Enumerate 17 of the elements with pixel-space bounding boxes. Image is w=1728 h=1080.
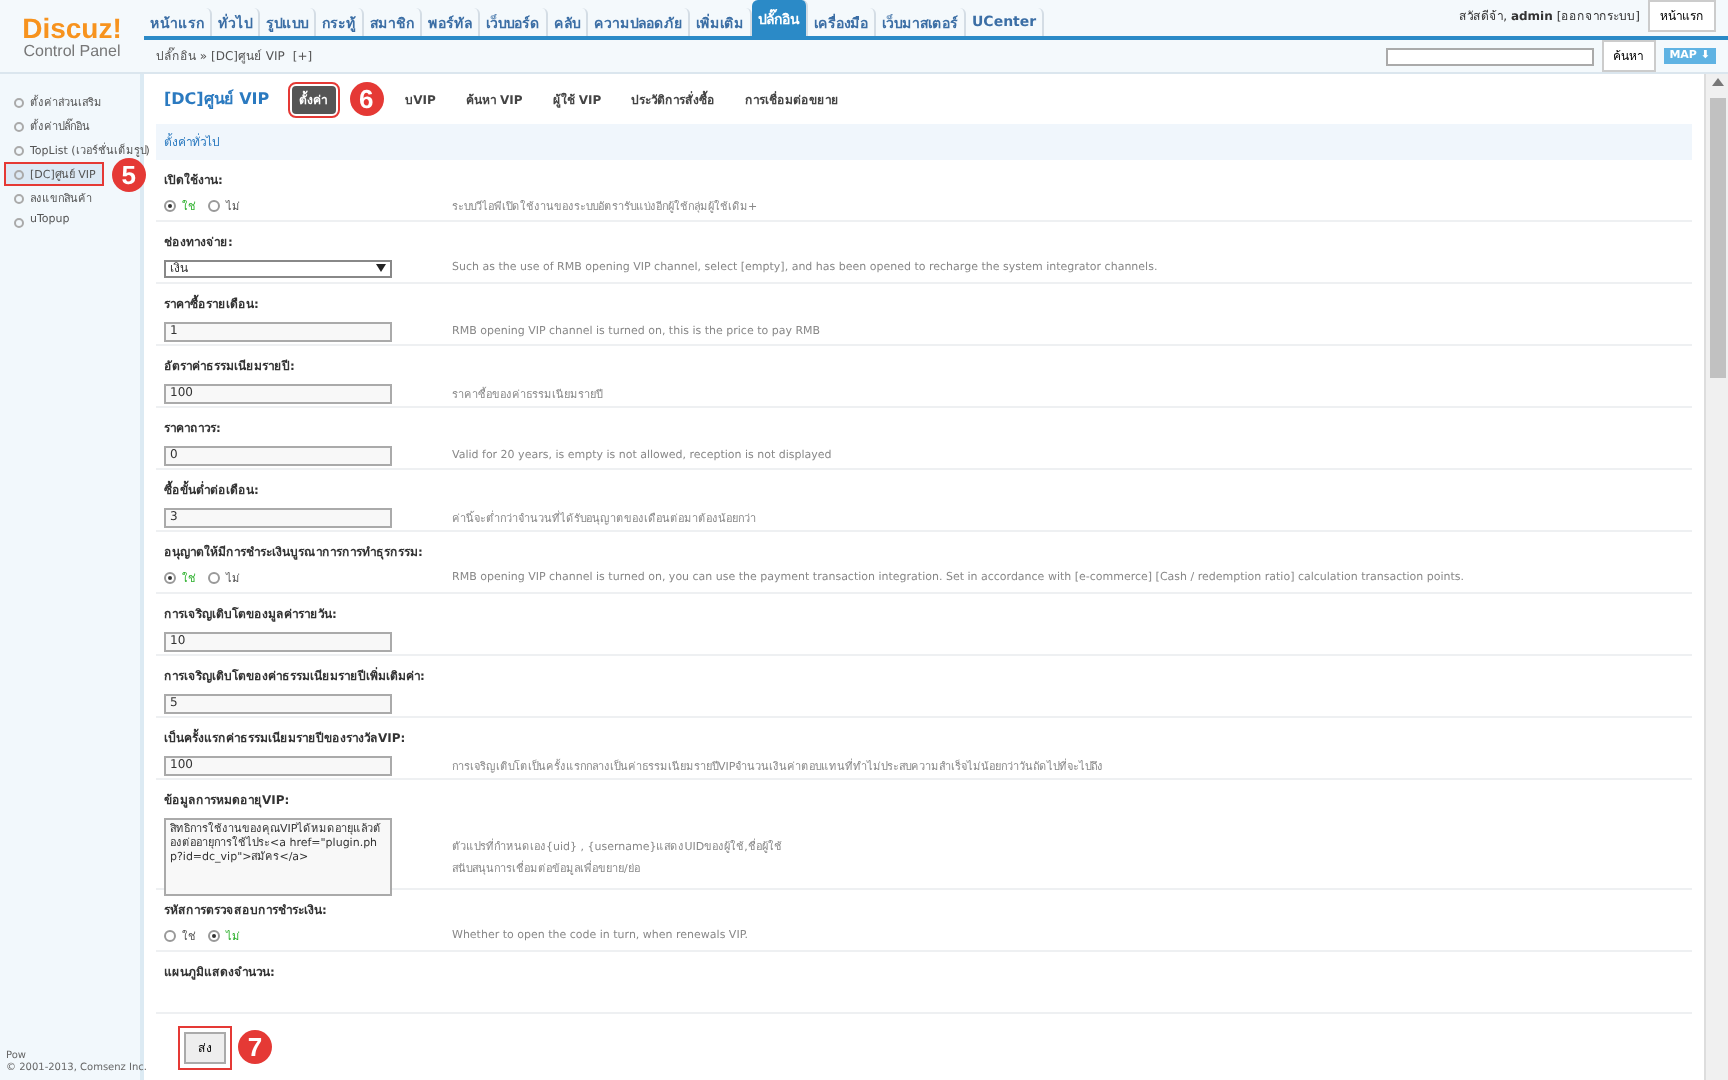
radio-button[interactable] (164, 199, 176, 212)
scroll-thumb[interactable] (1709, 98, 1725, 378)
scroll-up-icon[interactable] (1711, 78, 1723, 86)
caret-icon (376, 264, 386, 273)
search-field[interactable] (1385, 47, 1594, 65)
radio-button[interactable] (164, 930, 176, 942)
logo-subtitle: Control Panel (23, 41, 121, 59)
radio-button[interactable] (208, 930, 220, 942)
logo: Discuz! (22, 13, 122, 41)
radio-button[interactable] (164, 571, 176, 584)
radio-button[interactable] (208, 571, 220, 584)
step-badge: 5 (111, 157, 146, 191)
radio-button[interactable] (208, 199, 220, 212)
step-badge: 6 (349, 82, 384, 117)
page-title: [DC]ศูนย์ VIP (164, 87, 270, 113)
step-badge: 7 (238, 1030, 272, 1064)
scrollbar[interactable] (1704, 74, 1728, 1080)
